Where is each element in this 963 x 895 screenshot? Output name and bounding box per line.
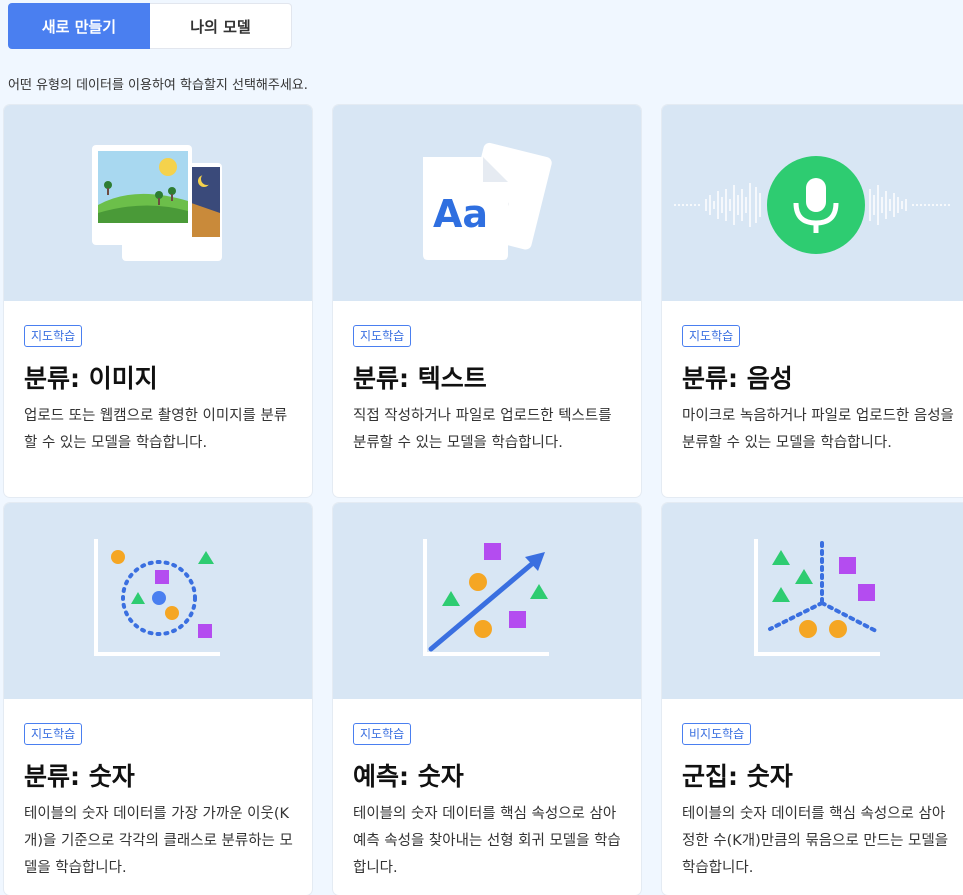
card-text-classification[interactable]: a Aa 지도학습 분류: 텍스트 직접 작성하거나 파일로 업로드한 텍스트를… xyxy=(333,105,641,497)
image-icon xyxy=(92,145,222,261)
learning-type-badge: 비지도학습 xyxy=(682,723,752,745)
microphone-icon xyxy=(674,156,952,254)
card-thumbnail xyxy=(4,503,312,699)
card-numeric-prediction[interactable]: 지도학습 예측: 숫자 테이블의 숫자 데이터를 핵심 속성으로 삼아 예측 속… xyxy=(333,503,641,895)
card-thumbnail: a Aa xyxy=(333,105,641,301)
card-title: 군집: 숫자 xyxy=(682,762,793,791)
tab-new[interactable]: 새로 만들기 xyxy=(8,3,150,49)
card-title: 분류: 숫자 xyxy=(24,762,135,791)
card-description: 테이블의 숫자 데이터를 핵심 속성으로 삼아 예측 속성을 찾아내는 선형 회… xyxy=(353,806,621,876)
learning-type-badge: 지도학습 xyxy=(353,325,412,347)
regression-chart-icon xyxy=(423,539,549,656)
knn-chart-icon xyxy=(94,539,220,656)
card-audio-classification[interactable]: 지도학습 분류: 음성 마이크로 녹음하거나 파일로 업로드한 음성을 분류할 … xyxy=(662,105,963,497)
card-image-classification[interactable]: 지도학습 분류: 이미지 업로드 또는 웹캠으로 촬영한 이미지를 분류할 수 … xyxy=(4,105,312,497)
card-title: 분류: 이미지 xyxy=(24,364,158,393)
card-thumbnail xyxy=(662,503,963,699)
cluster-chart-icon xyxy=(754,539,880,656)
learning-type-badge: 지도학습 xyxy=(353,723,412,745)
card-numeric-classification[interactable]: 지도학습 분류: 숫자 테이블의 숫자 데이터를 가장 가까운 이웃(K개)을 … xyxy=(4,503,312,895)
svg-text:Aa: Aa xyxy=(433,192,488,236)
card-title: 분류: 음성 xyxy=(682,364,793,393)
text-icon: a Aa xyxy=(423,142,552,260)
tab-bar: 새로 만들기 나의 모델 xyxy=(8,3,292,49)
card-thumbnail xyxy=(4,105,312,301)
learning-type-badge: 지도학습 xyxy=(24,723,83,745)
card-thumbnail xyxy=(662,105,963,301)
card-title: 예측: 숫자 xyxy=(353,762,464,791)
card-thumbnail xyxy=(333,503,641,699)
card-description: 업로드 또는 웹캠으로 촬영한 이미지를 분류할 수 있는 모델을 학습합니다. xyxy=(24,408,288,451)
card-title: 분류: 텍스트 xyxy=(353,364,487,393)
card-description: 직접 작성하거나 파일로 업로드한 텍스트를 분류할 수 있는 모델을 학습합니… xyxy=(353,408,612,451)
card-description: 테이블의 숫자 데이터를 핵심 속성으로 삼아 정한 수(K개)만큼의 묶음으로… xyxy=(682,806,949,876)
card-description: 마이크로 녹음하거나 파일로 업로드한 음성을 분류할 수 있는 모델을 학습합… xyxy=(682,408,954,451)
tab-my-models[interactable]: 나의 모델 xyxy=(150,3,292,49)
card-description: 테이블의 숫자 데이터를 가장 가까운 이웃(K개)을 기준으로 각각의 클래스… xyxy=(24,806,293,876)
card-numeric-clustering[interactable]: 비지도학습 군집: 숫자 테이블의 숫자 데이터를 핵심 속성으로 삼아 정한 … xyxy=(662,503,963,895)
learning-type-badge: 지도학습 xyxy=(682,325,741,347)
learning-type-badge: 지도학습 xyxy=(24,325,83,347)
instruction-text: 어떤 유형의 데이터를 이용하여 학습할지 선택해주세요. xyxy=(8,78,308,93)
